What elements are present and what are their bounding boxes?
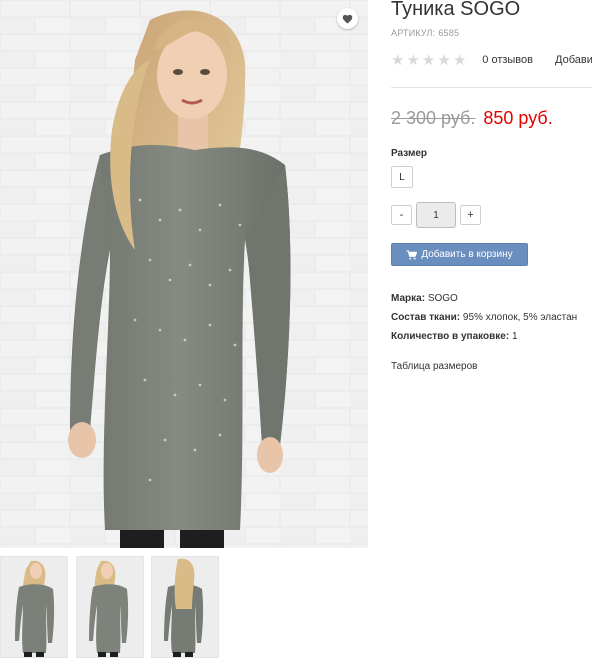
quantity-input[interactable] — [416, 202, 456, 228]
product-photo-tunic — [0, 0, 368, 548]
property-key: Марка: — [391, 293, 426, 304]
heart-icon — [342, 14, 353, 24]
article-number: АРТИКУЛ: 6585 — [391, 28, 459, 38]
star-icon[interactable]: ★ — [406, 52, 419, 68]
property-brand: Марка: SOGO — [391, 289, 577, 308]
quantity-decrease-button[interactable]: - — [391, 205, 412, 225]
property-key: Количество в упаковке: — [391, 331, 510, 342]
rating-row: ★ ★ ★ ★ ★ 0 отзывов Добавить отзыв — [391, 51, 592, 69]
product-properties: Марка: SOGO Состав ткани: 95% хлопок, 5%… — [391, 289, 577, 346]
thumbnail-2[interactable] — [76, 556, 144, 658]
thumbnail-1[interactable] — [0, 556, 68, 658]
old-price: 2 300 руб. — [391, 108, 476, 128]
divider — [391, 87, 592, 88]
size-label: Размер — [391, 148, 428, 159]
add-review-link[interactable]: Добавить отзыв — [555, 54, 592, 66]
product-title: Туника SOGO — [391, 0, 521, 20]
star-icon[interactable]: ★ — [391, 52, 404, 68]
property-value: SOGO — [427, 293, 458, 304]
reviews-count-link[interactable]: 0 отзывов — [482, 54, 533, 66]
cart-icon — [406, 249, 418, 260]
thumbnail-image — [152, 557, 218, 657]
star-icon[interactable]: ★ — [453, 52, 466, 68]
article-label: АРТИКУЛ: — [391, 28, 436, 38]
property-value: 1 — [511, 331, 518, 342]
property-key: Состав ткани: — [391, 312, 461, 323]
star-icon[interactable]: ★ — [422, 52, 435, 68]
article-value: 6585 — [438, 28, 460, 38]
rating-stars[interactable]: ★ ★ ★ ★ ★ — [391, 52, 466, 68]
size-option-l[interactable]: L — [391, 166, 413, 188]
thumbnail-image — [77, 557, 143, 657]
current-price: 850 руб. — [483, 108, 553, 128]
add-to-cart-button[interactable]: Добавить в корзину — [391, 243, 528, 266]
property-fabric: Состав ткани: 95% хлопок, 5% эластан — [391, 308, 577, 327]
size-table-link[interactable]: Таблица размеров — [391, 361, 477, 372]
wishlist-button[interactable] — [337, 8, 358, 29]
add-to-cart-label: Добавить в корзину — [421, 249, 513, 260]
thumbnail-3[interactable] — [151, 556, 219, 658]
price-block: 2 300 руб. 850 руб. — [391, 108, 553, 129]
main-product-image[interactable] — [0, 0, 368, 548]
quantity-increase-button[interactable]: + — [460, 205, 481, 225]
star-icon[interactable]: ★ — [437, 52, 450, 68]
property-pack-qty: Количество в упаковке: 1 — [391, 327, 577, 346]
thumbnail-image — [1, 557, 67, 657]
property-value: 95% хлопок, 5% эластан — [462, 312, 578, 323]
